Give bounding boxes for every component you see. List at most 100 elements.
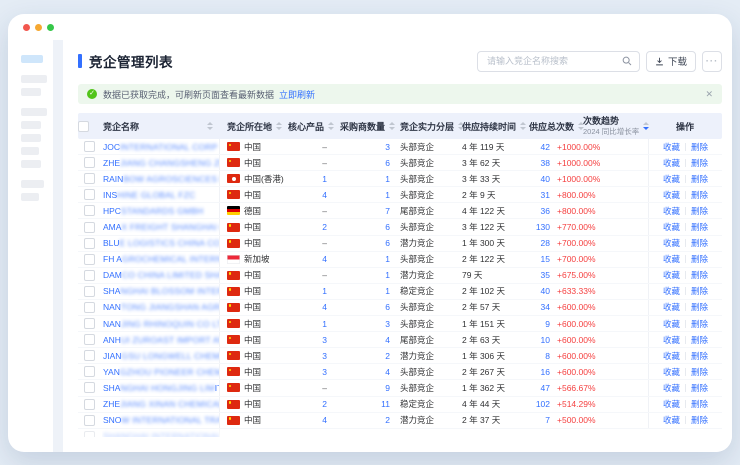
row-checkbox[interactable]: [84, 399, 95, 410]
refresh-now-link[interactable]: 立即刷新: [279, 88, 315, 101]
favorite-link[interactable]: 收藏: [663, 350, 680, 362]
buyers-count-link[interactable]: 1: [335, 171, 395, 186]
company-name-link[interactable]: FH AGROCHEMICAL INTERNATION...: [102, 252, 220, 267]
row-checkbox[interactable]: [84, 415, 95, 426]
company-name-link[interactable]: BLUE LOGISTICS CHINA CO LTD: [102, 236, 220, 251]
row-checkbox[interactable]: [84, 173, 95, 184]
search-input[interactable]: [485, 55, 622, 67]
company-name-link[interactable]: SHANGHAI INTERNATIONAL: [102, 429, 220, 437]
row-checkbox[interactable]: [84, 238, 95, 249]
supply-total-link[interactable]: 16: [523, 364, 553, 379]
supply-total-link[interactable]: 47: [523, 380, 553, 395]
supply-total-link[interactable]: 35: [523, 268, 553, 283]
delete-link[interactable]: 删除: [691, 221, 708, 233]
buyers-count-link[interactable]: 1: [335, 187, 395, 202]
buyers-count-link[interactable]: 7: [335, 203, 395, 218]
row-checkbox[interactable]: [84, 302, 95, 313]
buyers-count-link[interactable]: 6: [335, 155, 395, 170]
favorite-link[interactable]: 收藏: [663, 398, 680, 410]
row-checkbox[interactable]: [84, 141, 95, 152]
company-name-link[interactable]: INSHINE GLOBAL FZC: [102, 187, 220, 202]
buyers-count-link[interactable]: 1: [335, 252, 395, 267]
buyers-count-link[interactable]: 2: [335, 348, 395, 363]
sidebar-item-active[interactable]: [21, 55, 43, 63]
delete-link[interactable]: 删除: [691, 253, 708, 265]
supply-total-link[interactable]: 36: [523, 203, 553, 218]
search-box[interactable]: [477, 51, 640, 72]
favorite-link[interactable]: 收藏: [663, 221, 680, 233]
favorite-link[interactable]: 收藏: [663, 237, 680, 249]
company-name-link[interactable]: SHANGHAI BLOSSOM INTERNATIO...: [102, 284, 220, 299]
company-name-link[interactable]: ZHEJIANG XINAN CHEMICAL: [102, 397, 220, 412]
supply-total-link[interactable]: 8: [523, 348, 553, 363]
company-name-link[interactable]: YANGZHOU PIONEER CHEMICAL ...: [102, 364, 220, 379]
delete-link[interactable]: 删除: [691, 237, 708, 249]
sort-icon[interactable]: [276, 122, 282, 130]
supply-total-link[interactable]: 7: [523, 413, 553, 428]
close-window-icon[interactable]: [23, 24, 30, 31]
favorite-link[interactable]: 收藏: [663, 318, 680, 330]
company-name-link[interactable]: SHANGHAI HONGJING LIMITSTI...: [102, 380, 220, 395]
buyers-count-link[interactable]: 6: [335, 219, 395, 234]
row-checkbox[interactable]: [84, 157, 95, 168]
more-options-button[interactable]: ···: [702, 51, 722, 72]
delete-link[interactable]: 删除: [691, 366, 708, 378]
row-checkbox[interactable]: [84, 286, 95, 297]
row-checkbox[interactable]: [84, 270, 95, 281]
delete-link[interactable]: 删除: [691, 334, 708, 346]
row-checkbox[interactable]: [84, 254, 95, 265]
buyers-count-link[interactable]: 4: [335, 364, 395, 379]
company-name-link[interactable]: NANJING RHINOQUIN CO LTD: [102, 316, 220, 331]
favorite-link[interactable]: 收藏: [663, 414, 680, 426]
supply-total-link[interactable]: [523, 429, 553, 437]
favorite-link[interactable]: 收藏: [663, 334, 680, 346]
supply-total-link[interactable]: 40: [523, 171, 553, 186]
favorite-link[interactable]: 收藏: [663, 269, 680, 281]
favorite-link[interactable]: 收藏: [663, 301, 680, 313]
favorite-link[interactable]: 收藏: [663, 205, 680, 217]
delete-link[interactable]: 删除: [691, 382, 708, 394]
delete-link[interactable]: 删除: [691, 301, 708, 313]
supply-total-link[interactable]: 102: [523, 397, 553, 412]
company-name-link[interactable]: HPC STANDARDS GMBH: [102, 203, 220, 218]
download-button[interactable]: 下载: [646, 51, 696, 72]
buyers-count-link[interactable]: 4: [335, 332, 395, 347]
supply-total-link[interactable]: 42: [523, 139, 553, 154]
row-checkbox[interactable]: [84, 350, 95, 361]
company-name-link[interactable]: ANHUI ZUROAST IMPORT AND EXP...: [102, 332, 220, 347]
row-checkbox[interactable]: [84, 382, 95, 393]
buyers-count-link[interactable]: 3: [335, 139, 395, 154]
maximize-window-icon[interactable]: [47, 24, 54, 31]
delete-link[interactable]: 删除: [691, 350, 708, 362]
company-name-link[interactable]: AMAX FREIGHT SHANGHAI CO LTD: [102, 219, 220, 234]
buyers-count-link[interactable]: 1: [335, 284, 395, 299]
delete-link[interactable]: 删除: [691, 269, 708, 281]
supply-total-link[interactable]: 34: [523, 300, 553, 315]
sort-icon[interactable]: [578, 122, 584, 130]
buyers-count-link[interactable]: 6: [335, 300, 395, 315]
delete-link[interactable]: 删除: [691, 318, 708, 330]
supply-total-link[interactable]: 15: [523, 252, 553, 267]
buyers-count-link[interactable]: 6: [335, 236, 395, 251]
company-name-link[interactable]: JOC INTERNATIONAL CORP: [102, 139, 220, 154]
sort-icon[interactable]: [328, 122, 334, 130]
supply-total-link[interactable]: 9: [523, 316, 553, 331]
company-name-link[interactable]: ZHEJIANG CHANGSHENG ZHENGSH...: [102, 155, 220, 170]
supply-total-link[interactable]: 38: [523, 155, 553, 170]
supply-total-link[interactable]: 130: [523, 219, 553, 234]
buyers-count-link[interactable]: 2: [335, 413, 395, 428]
select-all-checkbox[interactable]: [78, 121, 89, 132]
row-checkbox[interactable]: [84, 189, 95, 200]
buyers-count-link[interactable]: 3: [335, 316, 395, 331]
delete-link[interactable]: 删除: [691, 398, 708, 410]
favorite-link[interactable]: 收藏: [663, 157, 680, 169]
favorite-link[interactable]: 收藏: [663, 285, 680, 297]
favorite-link[interactable]: 收藏: [663, 253, 680, 265]
row-checkbox[interactable]: [84, 318, 95, 329]
supply-total-link[interactable]: 40: [523, 284, 553, 299]
delete-link[interactable]: 删除: [691, 173, 708, 185]
company-name-link[interactable]: RAINBOW AGROSCIENCES PTE CO ...: [102, 171, 220, 186]
buyers-count-link[interactable]: [335, 429, 395, 437]
delete-link[interactable]: 删除: [691, 141, 708, 153]
sort-icon[interactable]: [207, 122, 213, 130]
